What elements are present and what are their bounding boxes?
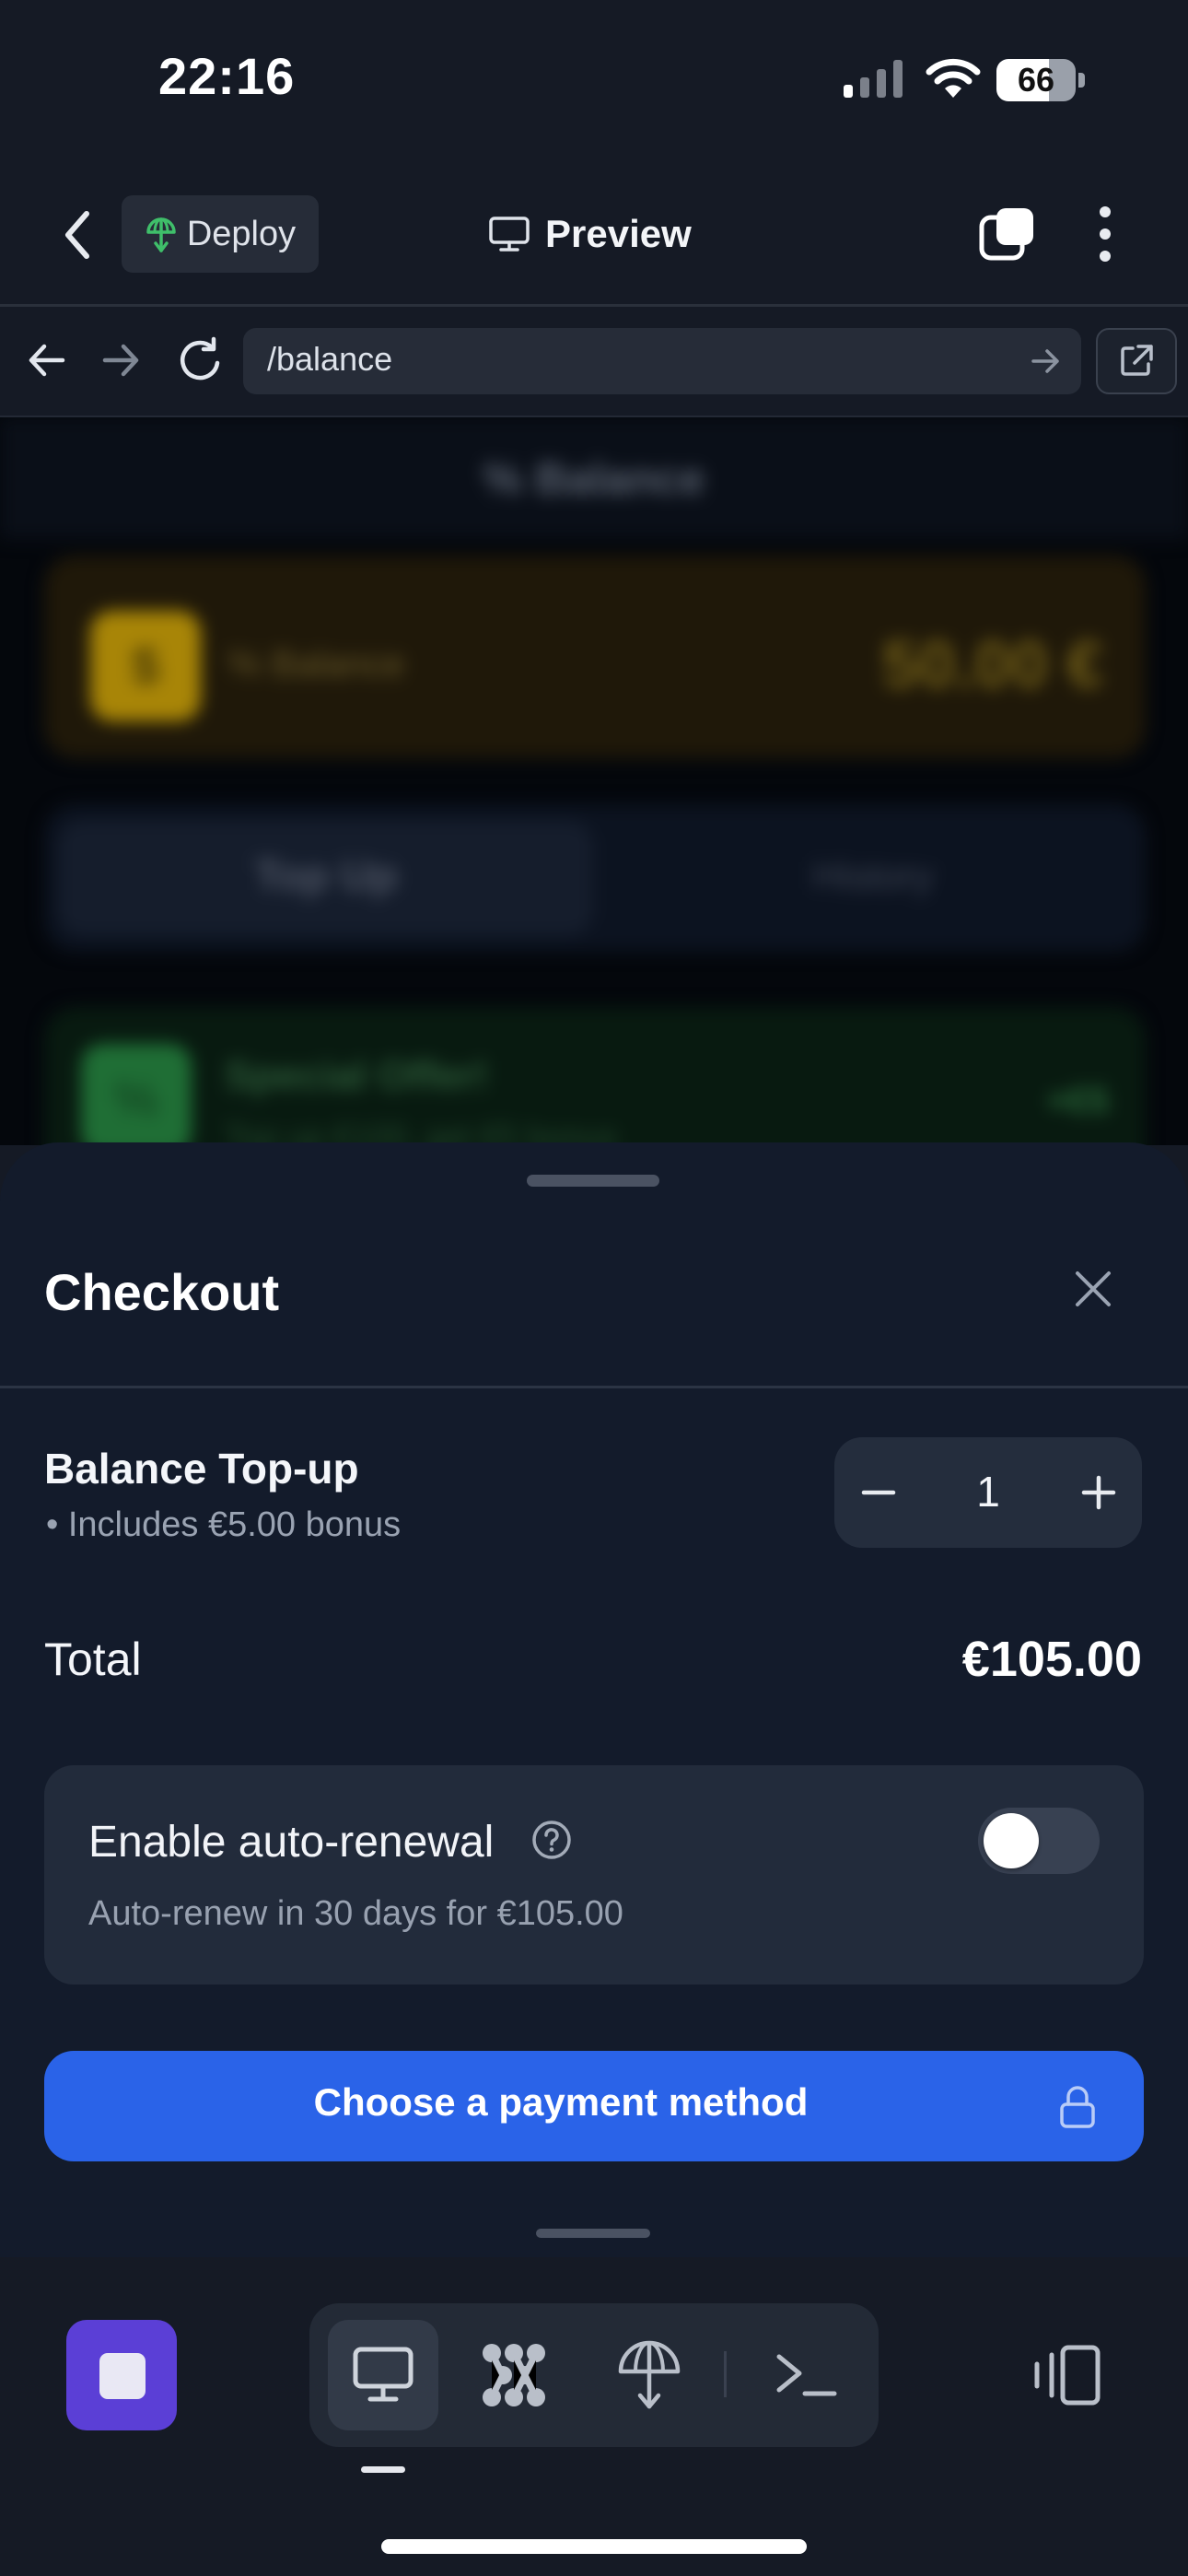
url-text[interactable]: /balance xyxy=(267,340,392,379)
lock-icon xyxy=(1055,2084,1100,2130)
deploy-button[interactable]: Deploy xyxy=(122,195,319,273)
sheet-bottom-handle xyxy=(536,2229,650,2238)
url-go-button[interactable] xyxy=(1028,345,1065,378)
external-link-icon xyxy=(1121,345,1153,376)
auto-renewal-card xyxy=(44,1765,1144,1985)
quantity-value: 1 xyxy=(976,1468,1000,1516)
background-offer-card: % Special Offer! Top up €100, get €5 bon… xyxy=(44,1007,1146,1145)
battery-icon: 66 xyxy=(996,59,1085,101)
dock-divider xyxy=(724,2351,727,2397)
preview-label: Preview xyxy=(545,212,692,255)
arrow-right-icon xyxy=(1031,349,1059,373)
increase-quantity-button[interactable] xyxy=(1055,1437,1142,1548)
help-icon[interactable] xyxy=(530,1819,573,1861)
chevron-left-icon xyxy=(65,211,89,259)
reload-icon xyxy=(180,336,220,381)
background-offer-badge: +€5 xyxy=(1046,1081,1109,1121)
deploy-label: Deploy xyxy=(186,214,297,253)
sheet-divider xyxy=(0,1386,1188,1388)
preview-title: Preview xyxy=(488,205,692,263)
background-header: % Balance xyxy=(0,417,1188,539)
back-button[interactable] xyxy=(55,203,99,267)
decrease-quantity-button[interactable] xyxy=(834,1437,923,1548)
question-circle-icon xyxy=(532,1821,571,1859)
payment-button-label[interactable]: Choose a payment method xyxy=(44,2080,1077,2125)
stop-icon xyxy=(99,2353,146,2399)
wifi-icon xyxy=(925,57,982,100)
coin-icon: $ xyxy=(90,611,201,721)
background-tab-top-up: Top Up xyxy=(254,851,398,899)
tabs-button[interactable] xyxy=(978,205,1037,263)
monitor-icon[interactable] xyxy=(350,2342,416,2408)
background-page-title: % Balance xyxy=(483,455,705,504)
more-options-button[interactable] xyxy=(1087,205,1124,263)
tabs-icon xyxy=(979,208,1033,261)
product-title: Balance Top-up xyxy=(44,1445,359,1493)
background-balance-card: $ % Balance 50.00 € xyxy=(44,556,1146,758)
close-icon xyxy=(1076,1271,1111,1306)
auto-renewal-subtitle: Auto-renew in 30 days for €105.00 xyxy=(88,1894,623,1933)
cellular-signal-icon xyxy=(842,57,906,100)
background-offer-subtitle: Top up €100, get €5 bonus xyxy=(225,1118,618,1145)
total-label: Total xyxy=(44,1633,142,1685)
devices-icon[interactable] xyxy=(1030,2340,1103,2410)
background-balance-value: 50.00 € xyxy=(881,628,1103,702)
background-balance-label: % Balance xyxy=(228,644,405,685)
sheet-drag-handle[interactable] xyxy=(527,1175,659,1187)
open-external-button[interactable] xyxy=(1096,328,1177,394)
plus-icon xyxy=(1081,1475,1116,1510)
browser-back-button[interactable] xyxy=(24,337,68,383)
status-time: 22:16 xyxy=(158,47,296,105)
minus-icon xyxy=(861,1490,896,1495)
checkout-title: Checkout xyxy=(44,1263,280,1321)
auto-renewal-title: Enable auto-renewal xyxy=(88,1818,495,1867)
toggle-knob[interactable] xyxy=(984,1813,1039,1868)
background-tabs: Top Up History xyxy=(44,804,1146,952)
terminal-icon[interactable] xyxy=(772,2344,842,2406)
home-indicator xyxy=(381,2539,807,2554)
reload-button[interactable] xyxy=(177,335,225,385)
background-page: % Balance $ % Balance 50.00 € Top Up His… xyxy=(0,417,1188,1145)
arrow-left-icon xyxy=(29,344,65,377)
browser-forward-button[interactable] xyxy=(99,337,144,383)
active-tab-indicator xyxy=(361,2466,405,2473)
nodes-icon[interactable] xyxy=(479,2340,549,2410)
deploy-icon[interactable] xyxy=(615,2340,683,2410)
product-bonus-note: • Includes €5.00 bonus xyxy=(46,1505,402,1544)
battery-level: 66 xyxy=(1017,61,1055,99)
offer-icon: % xyxy=(81,1044,192,1145)
background-offer-title: Special Offer! xyxy=(225,1053,489,1098)
deploy-icon xyxy=(146,217,176,252)
total-value: €105.00 xyxy=(961,1632,1142,1687)
more-vertical-icon xyxy=(1100,206,1111,262)
monitor-icon xyxy=(489,217,530,252)
close-button[interactable] xyxy=(1070,1266,1116,1312)
background-tab-history: History xyxy=(812,854,934,897)
arrow-right-icon xyxy=(102,344,139,377)
